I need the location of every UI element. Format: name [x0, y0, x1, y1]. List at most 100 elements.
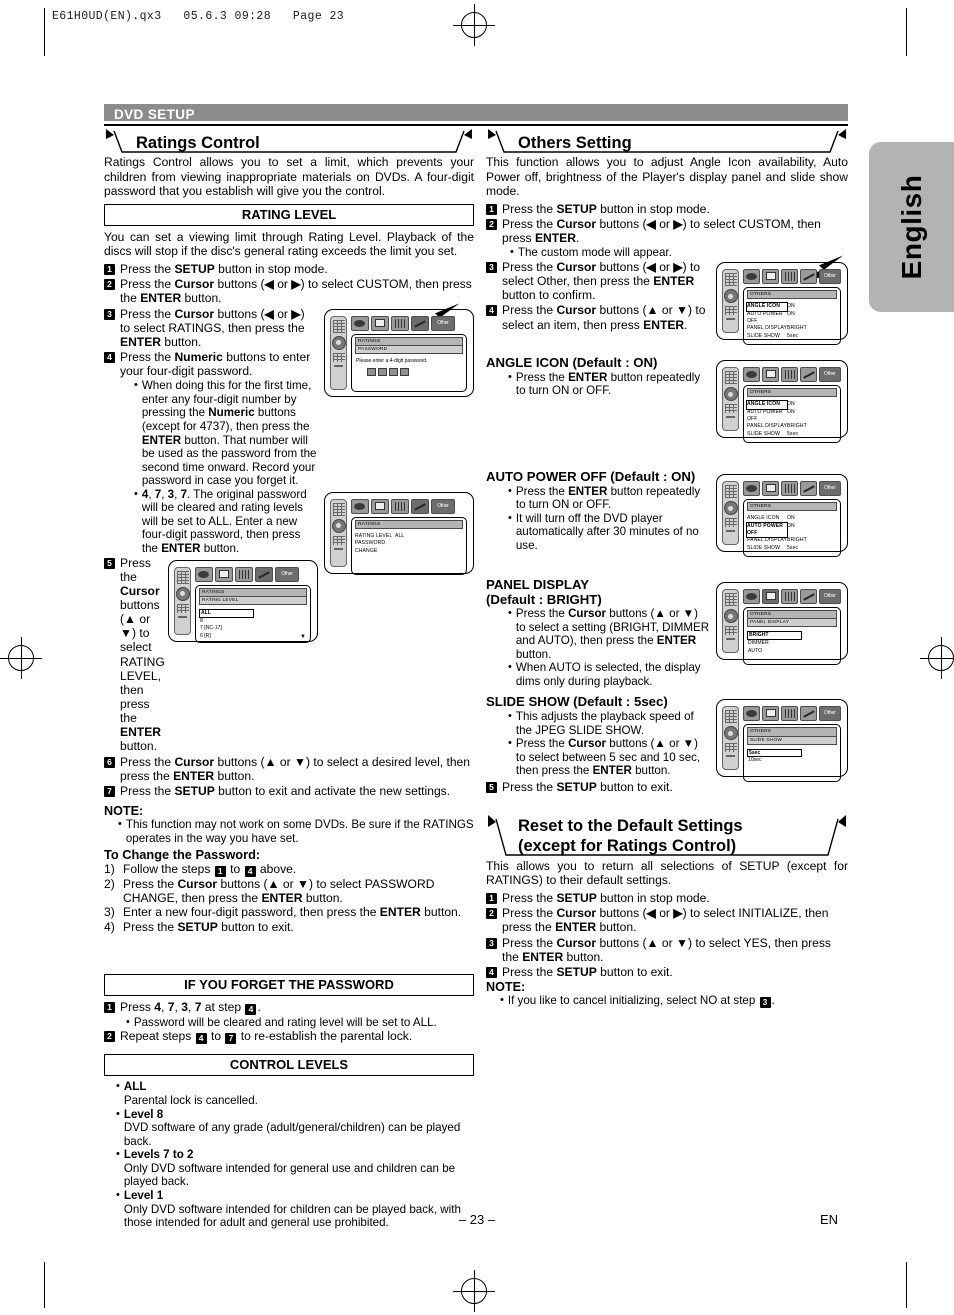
step-text: Press the Cursor buttons (◀ or ▶) to sel…: [120, 306, 305, 349]
audio-icon: [780, 367, 798, 383]
osd-icon-row: Other: [743, 481, 842, 497]
osd-menu-subtitle: RATING LEVEL: [199, 596, 307, 605]
osd-row-value: 5sec: [787, 544, 799, 551]
display-icon: [761, 589, 779, 605]
left-column: Ratings Control Ratings Control allows y…: [104, 129, 474, 1230]
file-slug: E61H0UD(EN).qx3 05.6.3 09:28 Page 23: [52, 10, 345, 23]
osd-screenshot: Other OTHERS ANGLE ICON ON AUTO POWER OF…: [716, 255, 848, 346]
osd-figure-ratings-menu: Other RATINGS RATING LEVEL ALL PASSWORD …: [324, 491, 474, 575]
level-name: Level 8: [123, 1107, 164, 1121]
display-icon: [761, 706, 779, 722]
change-password-heading: To Change the Password:: [104, 847, 261, 863]
osd-screenshot: Other RATINGS PASSWORD Please enter a 4-…: [324, 302, 474, 397]
remote-dpad-icon: [723, 387, 738, 402]
remote-control-illustration: [722, 589, 739, 654]
right-column: Others Setting This function allows you …: [486, 129, 848, 1230]
remote-control-illustration: [330, 315, 347, 390]
bullet-text: When doing this for the first time, ente…: [141, 379, 317, 488]
step-text: Repeat steps 4 to 7 to re-establish the …: [120, 1029, 413, 1045]
remote-keypad-lower-icon: [332, 352, 345, 362]
step-ref-number: 1: [214, 866, 226, 878]
osd-row-key: AUTO POWER OFF: [747, 408, 783, 422]
remote-keypad-icon: [724, 273, 737, 287]
bullet-dot-icon: •: [508, 484, 512, 497]
display-icon: [761, 481, 779, 497]
osd-body: Other OTHERS SLIDE SHOW 5sec 10sec: [743, 706, 842, 783]
control-levels-boxhead: CONTROL LEVELS: [104, 1054, 474, 1077]
step-4-bullet-1: • When doing this for the first time, en…: [134, 379, 318, 488]
bullet-text: When AUTO is selected, the display dims …: [515, 661, 701, 688]
password-box: [389, 368, 398, 377]
disc-icon: [743, 706, 760, 722]
registration-mark-left: [0, 637, 42, 679]
osd-menu: OTHERS PANEL DISPLAY BRIGHT DIMMER AUTO: [743, 607, 841, 666]
bullet-dot-icon: •: [134, 379, 138, 392]
option-angle-icon: Other OTHERS ANGLE ICON ON AUTO POWER OF…: [486, 356, 848, 444]
password-entry-boxes: [367, 368, 463, 377]
remote-keypad-lower-icon: [332, 535, 345, 545]
remote-keypad-lower-icon: [724, 306, 737, 316]
bullet-dot-icon: •: [126, 1015, 130, 1028]
step-number: 1: [486, 203, 497, 215]
osd-body: Other RATINGS RATING LEVEL ALL 8 7 [NC-1…: [195, 566, 311, 643]
osd-figure-panel-display: Other OTHERS PANEL DISPLAY BRIGHT DIMMER…: [716, 582, 848, 666]
remote-bar-icon: [726, 638, 735, 641]
osd-menu: OTHERS ANGLE ICON ON AUTO POWER OFF ON P…: [743, 287, 841, 346]
reset-step-1: 1 Press the SETUP button in stop mode.: [486, 891, 848, 905]
osd-menu-title: RATINGS: [355, 336, 463, 346]
step-text: Press the SETUP button to exit.: [502, 964, 673, 979]
two-column-layout: Ratings Control Ratings Control allows y…: [104, 129, 848, 1230]
disc-icon: [351, 498, 369, 514]
option-auto-power-off: Other OTHERS ANGLE ICON ON AUTO POWER OF…: [486, 470, 848, 558]
osd-menu-subtitle: PASSWORD: [355, 345, 463, 354]
display-icon: [761, 269, 779, 285]
bullet-text: 4, 7, 3, 7. The original password will b…: [141, 487, 307, 556]
osd-row-value: ALL: [395, 532, 405, 539]
osd-body: Other OTHERS ANGLE ICON ON AUTO POWER OF…: [743, 481, 842, 558]
disc-icon: [743, 589, 760, 605]
bullet-dot-icon: •: [510, 246, 514, 259]
remote-dpad-icon: [723, 726, 738, 741]
step-text: Press the Cursor buttons (▲ or ▼) to sel…: [502, 303, 706, 332]
panel-display-bullet-2: • When AUTO is selected, the display dim…: [508, 661, 710, 688]
reset-defaults-subtitle: (except for Ratings Control): [518, 837, 737, 856]
osd-menu-title: OTHERS: [747, 502, 837, 512]
change-password-step-2: 2) Press the Cursor buttons (▲ or ▼) to …: [104, 877, 474, 905]
audio-icon: [391, 315, 409, 331]
bullet-dot-icon: •: [508, 370, 512, 383]
step-number: 1: [486, 893, 497, 905]
remote-keypad-lower-icon: [176, 603, 189, 613]
osd-body: Other RATINGS PASSWORD Please enter a 4-…: [351, 315, 467, 392]
level-name: ALL: [123, 1080, 147, 1094]
other-tab-icon: Other: [431, 498, 455, 514]
crop-mark-left: [44, 8, 45, 56]
control-level-item: • Level 8 DVD software of any grade (adul…: [116, 1108, 474, 1149]
step-6: 6 Press the Cursor buttons (▲ or ▼) to s…: [104, 755, 474, 783]
osd-icon-row: Other: [743, 367, 842, 383]
step-label: 4): [104, 919, 115, 934]
osd-menu-title: OTHERS: [747, 727, 837, 737]
step-number: 4: [486, 966, 497, 978]
reset-defaults-title: Reset to the Default Settings: [518, 816, 743, 835]
step-ref-number: 7: [225, 1033, 237, 1045]
crop-mark-right-bottom: [906, 1262, 907, 1308]
step-ref-number: 4: [195, 1033, 207, 1045]
step-text: Press the Numeric buttons to enter your …: [120, 350, 311, 379]
osd-row-value: 5sec: [787, 430, 799, 437]
osd-menu-subtitle: PANEL DISPLAY: [747, 619, 837, 628]
disc-icon: [743, 367, 760, 383]
osd-screenshot: Other RATINGS RATING LEVEL ALL PASSWORD …: [324, 491, 474, 575]
scroll-down-caret-icon: ▼: [300, 633, 306, 640]
osd-icon-row: Other: [743, 269, 842, 285]
audio-icon: [780, 589, 798, 605]
others-steps: 1 Press the SETUP button in stop mode. 2…: [486, 202, 848, 346]
osd-option: 8: [200, 617, 203, 624]
step-3: 3 Press the Cursor buttons (◀ or ▶) to s…: [486, 260, 710, 302]
section-rule: [104, 124, 848, 126]
ratings-control-heading: Ratings Control: [104, 129, 474, 154]
step-number: 4: [486, 305, 497, 317]
forget-step-1: 1 Press 4, 7, 3, 7 at step 4.: [104, 1000, 474, 1015]
osd-screenshot: Other OTHERS ANGLE ICON ON AUTO POWER OF…: [716, 360, 848, 444]
tools-icon: [799, 367, 817, 383]
remote-dpad-icon: [723, 289, 738, 304]
